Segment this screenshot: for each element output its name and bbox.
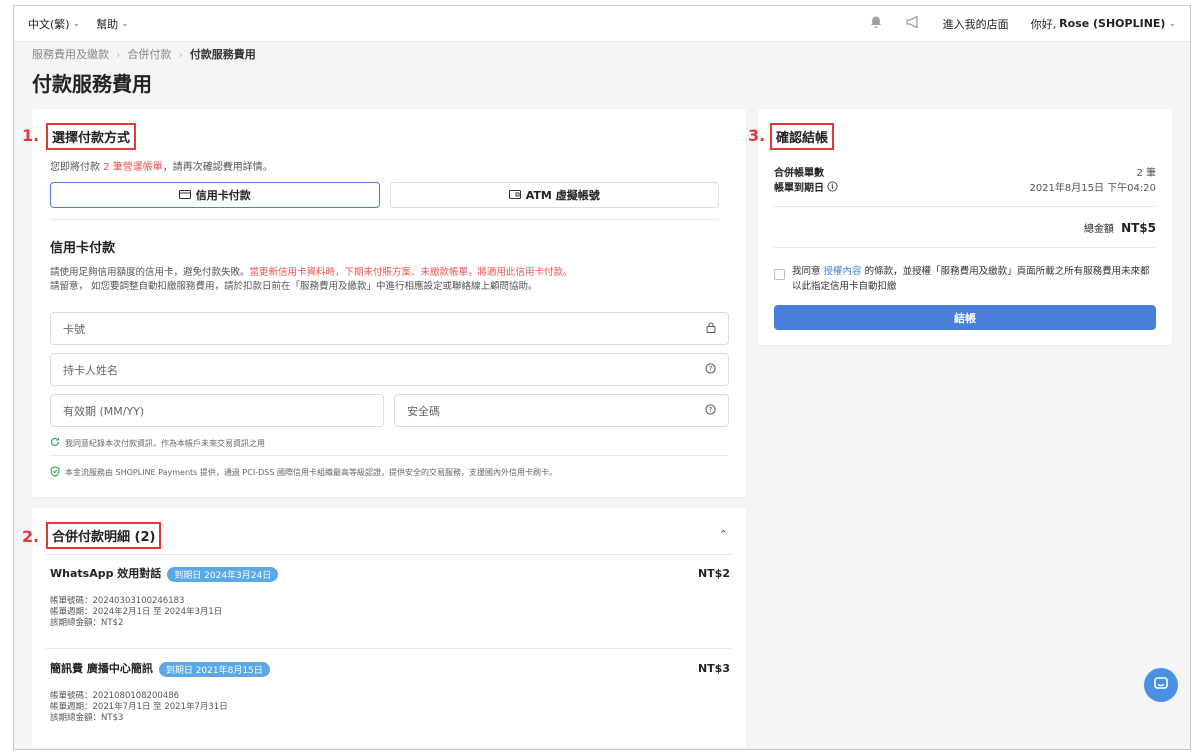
chevron-up-icon[interactable]: ⌃ [719, 528, 728, 541]
expiry-input[interactable]: 有效期 (MM/YY) [50, 394, 384, 427]
payment-method-card: 選擇付款方式 您即將付款 2 筆營運帳單，請再次確認費用詳情。 信用卡付款 AT… [32, 109, 746, 497]
cvc-input[interactable]: 安全碼 ? [394, 394, 729, 427]
credit-card-icon [178, 189, 191, 202]
total-label: 總金額 [1083, 224, 1114, 235]
payment-hint: 您即將付款 2 筆營運帳單，請再次確認費用詳情。 [50, 162, 273, 173]
merged-count-row: 合併帳單數 2 筆 [774, 164, 1156, 179]
info-icon[interactable]: i [827, 181, 839, 195]
divider [50, 455, 729, 456]
bill-amount: NT$3 [697, 662, 730, 675]
svg-text:?: ? [709, 365, 713, 373]
card-number-placeholder: 卡號 [63, 322, 85, 336]
svg-text:?: ? [709, 406, 713, 414]
greeting-text: 你好, [1030, 17, 1057, 31]
help-label: 幫助 [96, 17, 119, 31]
credit-card-section-title: 信用卡付款 [50, 241, 116, 256]
user-name: Rose (SHOPLINE) [1059, 17, 1166, 30]
merged-details-card: 合併付款明細 (2) ⌃ WhatsApp 效用對話 到期日 2024年3月24日… [32, 508, 746, 748]
breadcrumb-separator: › [116, 47, 121, 61]
due-date-value: 2021年8月15日 下午04:20 [1029, 183, 1156, 194]
checkout-button[interactable]: 結帳 [774, 305, 1156, 330]
authorization-terms-link[interactable]: 授權內容 [824, 266, 862, 277]
lock-icon [706, 322, 716, 336]
app-window: 中文(繁) ⌄ 幫助 ⌄ 進入我的店面 你好, Rose (SHOPLINE) … [13, 5, 1191, 750]
total-value: NT$5 [1121, 221, 1156, 235]
due-date-badge: 到期日 2024年3月24日 [167, 566, 279, 582]
cvc-placeholder: 安全碼 [407, 404, 440, 418]
tab-credit-card-label: 信用卡付款 [195, 189, 251, 202]
bill-count-link[interactable]: 2 筆營運帳單 [103, 162, 163, 173]
megaphone-icon[interactable] [905, 14, 921, 33]
enter-store-link[interactable]: 進入我的店面 [943, 16, 1009, 32]
tab-atm[interactable]: ATM 虛擬帳號 [389, 182, 719, 208]
due-date-row: 帳單到期日 i 2021年8月15日 下午04:20 [774, 179, 1156, 195]
bill-meta: 帳單號碼：20240303100246183 帳單週期：2024年2月1日 至 … [50, 595, 223, 628]
bill-meta: 帳單號碼：2021080108200486 帳單週期：2021年7月1日 至 2… [50, 690, 228, 723]
breadcrumb: 服務費用及繳款 › 合併付款 › 付款服務費用 [32, 46, 256, 62]
user-menu[interactable]: 你好, Rose (SHOPLINE) ⌄ [1031, 16, 1176, 32]
help-circle-icon[interactable]: ? [705, 403, 716, 418]
divider [774, 247, 1156, 248]
refresh-icon [50, 437, 60, 449]
divider [50, 219, 719, 220]
chevron-down-icon: ⌄ [72, 18, 81, 29]
tab-atm-label: ATM 虛擬帳號 [525, 189, 600, 202]
step-2-marker: 2. [22, 527, 40, 546]
merged-count-value: 2 筆 [1136, 168, 1156, 179]
payment-tabs: 信用卡付款 ATM 虛擬帳號 [50, 182, 719, 208]
breadcrumb-separator: › [178, 47, 183, 61]
payment-method-title: 選擇付款方式 [46, 123, 137, 150]
atm-icon [508, 189, 521, 202]
card-number-input[interactable]: 卡號 [50, 312, 729, 345]
merged-details-title: 合併付款明細 (2) [46, 522, 162, 549]
due-date-label: 帳單到期日 [774, 183, 824, 194]
language-dropdown[interactable]: 中文(繁) ⌄ [28, 16, 80, 32]
shield-check-icon [50, 466, 60, 479]
due-date-badge: 到期日 2021年8月15日 [158, 661, 270, 677]
cardholder-name-input[interactable]: 持卡人姓名 ? [50, 353, 729, 386]
tab-credit-card[interactable]: 信用卡付款 [50, 182, 380, 208]
remember-payment-toggle[interactable]: 我同意紀錄本次付款資訊，作為本帳戶未來交易資訊之用 [50, 437, 265, 449]
top-bar: 中文(繁) ⌄ 幫助 ⌄ 進入我的店面 你好, Rose (SHOPLINE) … [14, 6, 1190, 42]
breadcrumb-merged-payment[interactable]: 合併付款 [127, 46, 171, 62]
chevron-down-icon: ⌄ [121, 18, 129, 29]
checkout-card: 確認結帳 合併帳單數 2 筆 帳單到期日 i 2021年8月15日 下午04:2… [758, 109, 1172, 345]
credit-card-notice: 請使用足夠信用額度的信用卡，避免付款失敗。當更新信用卡資料時，下期未付賬方案、未… [50, 267, 573, 292]
checkout-title: 確認結帳 [770, 123, 835, 150]
cardholder-name-placeholder: 持卡人姓名 [63, 363, 118, 377]
svg-text:i: i [832, 183, 834, 191]
help-circle-icon[interactable]: ? [705, 362, 716, 377]
provider-note: 本金流服務由 SHOPLINE Payments 提供，通過 PCI-DSS 國… [50, 466, 557, 479]
agree-checkbox[interactable] [774, 269, 785, 280]
provider-text: 本金流服務由 SHOPLINE Payments 提供，通過 PCI-DSS 國… [65, 468, 557, 477]
divider [774, 206, 1156, 207]
divider [46, 554, 732, 555]
chat-support-button[interactable] [1144, 668, 1178, 702]
step-3-marker: 3. [748, 126, 766, 145]
divider [46, 648, 732, 649]
chat-icon [1153, 676, 1169, 695]
language-label: 中文(繁) [28, 17, 70, 31]
page-title: 付款服務費用 [32, 72, 152, 96]
step-1-marker: 1. [22, 126, 40, 145]
agree-text: 我同意 授權內容 的條款，並授權「服務費用及繳款」頁面所載之所有服務費用未來都以… [792, 266, 1150, 292]
bell-icon[interactable] [869, 15, 883, 33]
bill-amount: NT$2 [697, 567, 730, 580]
merged-count-label: 合併帳單數 [774, 168, 824, 179]
expiry-placeholder: 有效期 (MM/YY) [63, 404, 145, 418]
bill-item: 簡訊費 廣播中心簡訊 到期日 2021年8月15日 NT$3 帳單號碼：20210… [50, 660, 730, 730]
bill-item-title: 簡訊費 廣播中心簡訊 到期日 2021年8月15日 [50, 660, 730, 677]
bill-item-title: WhatsApp 效用對話 到期日 2024年3月24日 [50, 565, 730, 582]
remember-payment-label: 我同意紀錄本次付款資訊，作為本帳戶未來交易資訊之用 [65, 438, 265, 448]
breadcrumb-current: 付款服務費用 [189, 48, 256, 61]
total-row: 總金額 NT$5 [1084, 220, 1156, 235]
breadcrumb-fees[interactable]: 服務費用及繳款 [32, 46, 109, 62]
help-dropdown[interactable]: 幫助 ⌄ [96, 16, 129, 32]
bill-item: WhatsApp 效用對話 到期日 2024年3月24日 NT$2 帳單號碼：20… [50, 565, 730, 635]
chevron-down-icon: ⌄ [1168, 18, 1176, 29]
